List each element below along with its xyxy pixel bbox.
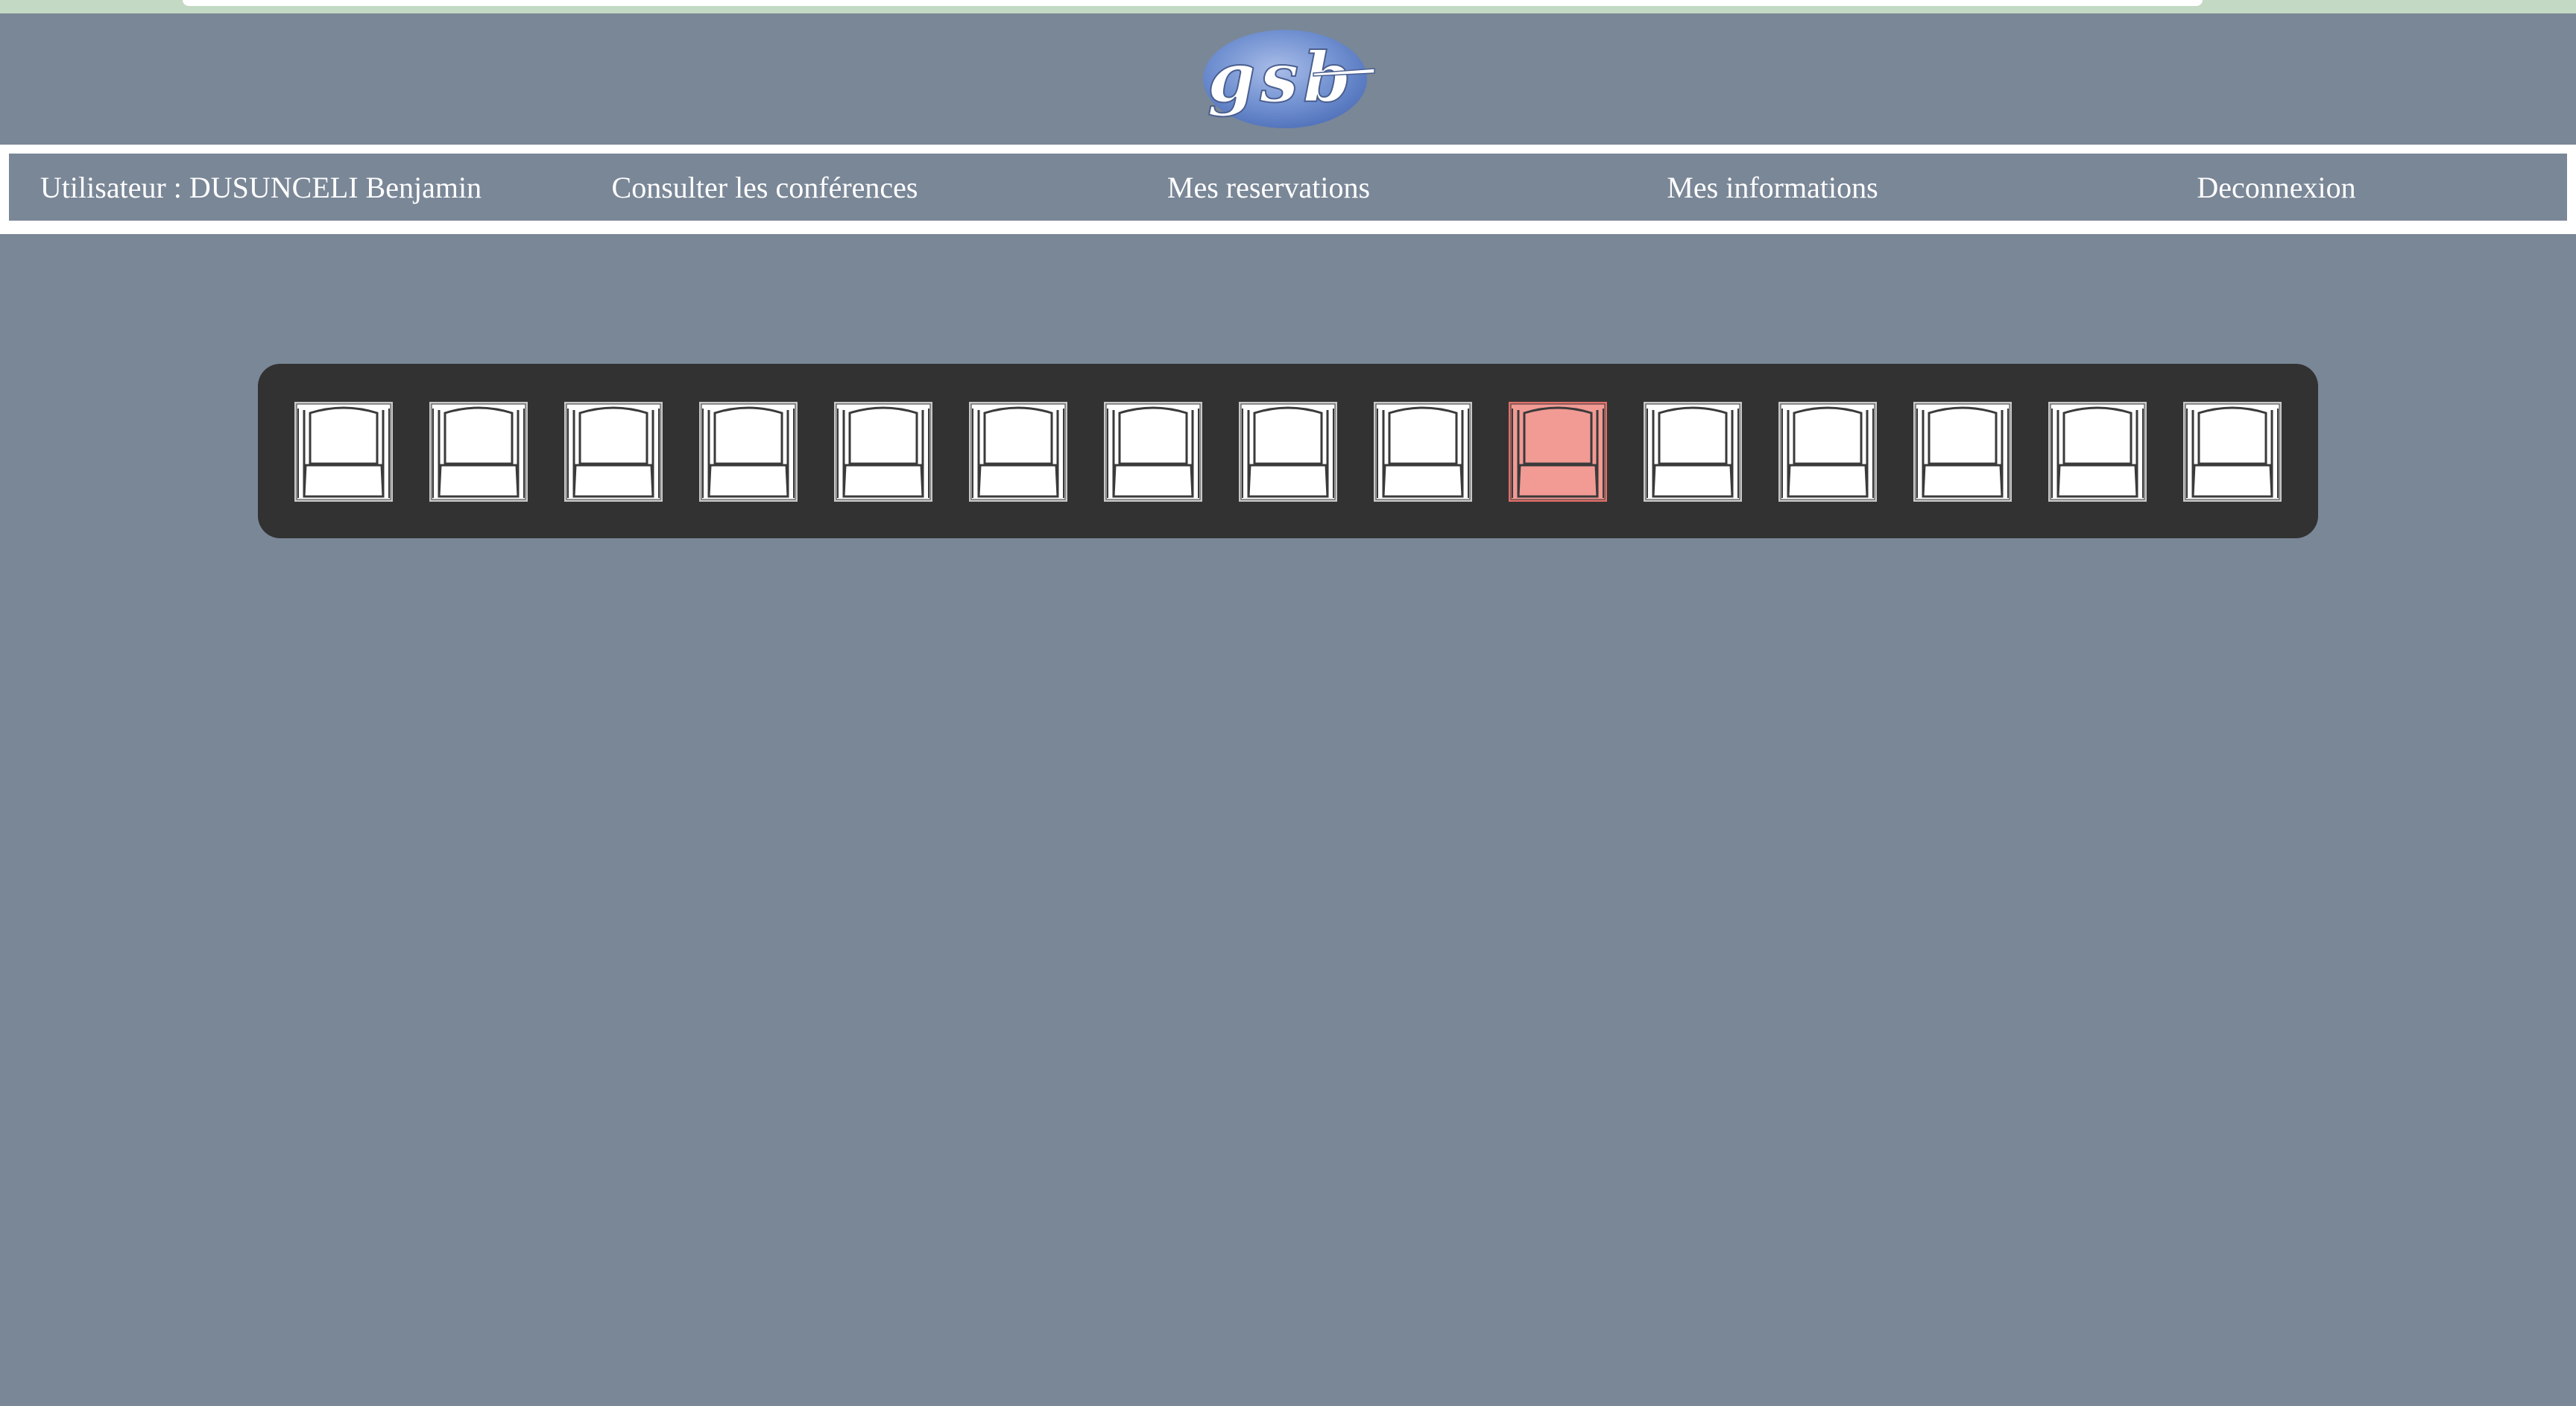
seat-icon xyxy=(1374,402,1472,502)
seat-icon xyxy=(699,402,798,502)
seat[interactable] xyxy=(698,401,798,502)
navigation-menu: Utilisateur : DUSUNCELI Benjamin Consult… xyxy=(9,154,2567,221)
seat-icon xyxy=(1239,402,1337,502)
seat[interactable] xyxy=(1643,401,1743,502)
seat-selected[interactable] xyxy=(1508,401,1608,502)
seat-icon xyxy=(969,402,1067,502)
seat[interactable] xyxy=(833,401,933,502)
seat-icon xyxy=(429,402,528,502)
seat-icon xyxy=(2183,402,2282,502)
seat-icon xyxy=(1778,402,1877,502)
header: gsb xyxy=(0,13,2576,145)
seat-map xyxy=(258,364,2318,538)
seat[interactable] xyxy=(968,401,1068,502)
seat[interactable] xyxy=(1373,401,1473,502)
nav-mes-informations[interactable]: Mes informations xyxy=(1521,170,2024,205)
page: gsb Utilisateur : DUSUNCELI Benjamin Con… xyxy=(0,13,2576,1406)
nav-deconnexion[interactable]: Deconnexion xyxy=(2024,170,2528,205)
seat-icon xyxy=(1104,402,1202,502)
seat-icon xyxy=(294,402,393,502)
seat-icon xyxy=(1644,402,1742,502)
logo-text: gsb xyxy=(1208,37,1355,118)
seat-icon xyxy=(1913,402,2012,502)
nav-mes-reservations[interactable]: Mes reservations xyxy=(1017,170,1521,205)
seat[interactable] xyxy=(2182,401,2282,502)
gsb-logo[interactable]: gsb xyxy=(1202,27,1377,131)
seat[interactable] xyxy=(1238,401,1338,502)
seat[interactable] xyxy=(429,401,528,502)
seat[interactable] xyxy=(564,401,663,502)
navigation-bar: Utilisateur : DUSUNCELI Benjamin Consult… xyxy=(0,145,2576,234)
seat-icon xyxy=(2048,402,2147,502)
seat-icon xyxy=(1509,402,1607,502)
seat[interactable] xyxy=(2048,401,2147,502)
user-label: Utilisateur : DUSUNCELI Benjamin xyxy=(40,170,482,204)
seat[interactable] xyxy=(1103,401,1203,502)
nav-consulter-conferences[interactable]: Consulter les conférences xyxy=(513,170,1017,205)
seat-icon xyxy=(834,402,932,502)
seat[interactable] xyxy=(1913,401,2012,502)
seat[interactable] xyxy=(294,401,394,502)
seat-icon xyxy=(564,402,663,502)
browser-top-strip xyxy=(0,0,2576,13)
browser-address-bar-edge xyxy=(183,0,2203,6)
seat[interactable] xyxy=(1778,401,1878,502)
